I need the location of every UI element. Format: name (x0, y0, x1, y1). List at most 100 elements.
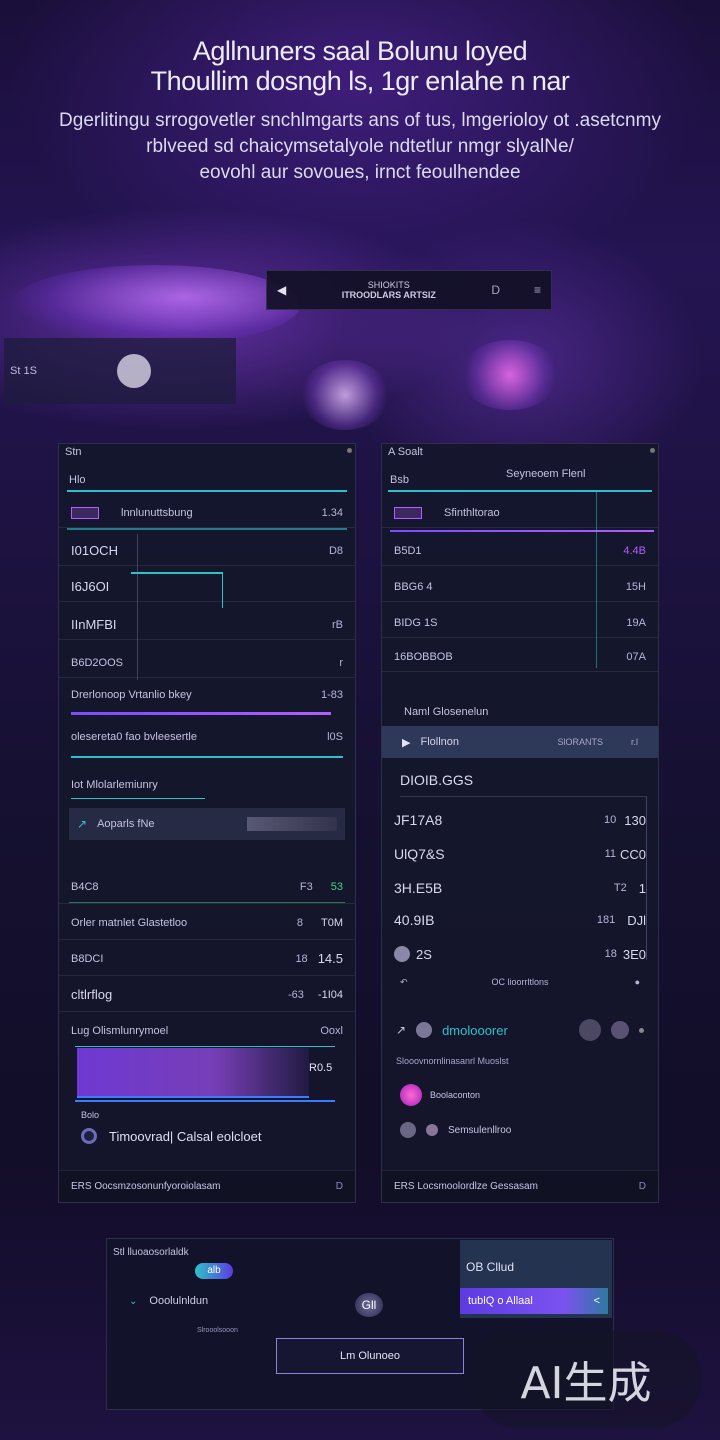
legend-label: Boolaconton (430, 1090, 481, 1100)
tab-underline (71, 798, 205, 799)
tab-row[interactable]: Iot Mlolarlemiunry (59, 770, 355, 800)
stat-value-2: DJl (627, 912, 646, 928)
table-row[interactable]: B8DCI 18 14.5 (59, 942, 355, 976)
stat-label: 40.9IB (394, 912, 435, 928)
legend-swatch-icon (400, 1084, 422, 1106)
footer-play-icon[interactable]: D (336, 1181, 343, 1192)
divider-line (69, 902, 345, 903)
chevron-icon: ⌄ (129, 1295, 138, 1307)
right-panel-footer: ERS Locsmoolordlze Gessasam D (382, 1170, 658, 1202)
card-top-label: Stl lluoaosorlaldk (113, 1247, 189, 1258)
status-dot-icon (650, 448, 655, 453)
slider-label: Drerlonoop Vrtanlio bkey (71, 689, 192, 701)
search-input[interactable]: ↗ Aoparls fNe (69, 808, 345, 840)
user-row[interactable]: Timoovrad| Calsal eolcloet (81, 1128, 261, 1144)
table-row[interactable]: UlQ7&S 11 CC0 (382, 838, 658, 870)
row-label: IInMFBI (71, 617, 117, 632)
hero-title-line2: Thoullim dosngh ls, 1gr enlahe n nar (150, 66, 570, 96)
preview-thumbnail[interactable] (116, 354, 151, 388)
dot-icon (639, 1027, 644, 1033)
list-item[interactable]: B6D2OOS r (59, 648, 355, 678)
slider-row[interactable]: olesereta0 fao bvleesertle l0S (59, 722, 355, 752)
toolbar-title-bottom: ITROODLARS ARTSIZ (341, 290, 436, 300)
area-chart[interactable] (77, 1048, 309, 1098)
divider-line (388, 490, 652, 492)
list-item[interactable]: I01OCH D8 (59, 536, 355, 566)
list-item[interactable]: B5D1 4.4B (382, 536, 658, 566)
stat-value-1: 11 (604, 848, 616, 860)
stat-value-2: T0M (321, 916, 343, 929)
row-label: lnnlunuttsbung (121, 506, 193, 519)
list-header: DIOIB.GGS (400, 772, 474, 788)
list-item[interactable]: BBG6 4 15H (382, 572, 658, 602)
play-icon: ▶ (402, 736, 411, 749)
row-label: BIDG 1S (394, 616, 438, 629)
status-chip[interactable]: alb (195, 1263, 233, 1279)
section-label: Naml Glosenelun (404, 706, 489, 718)
preview-strip: St 1S (4, 338, 236, 404)
row-label: B6D2OOS (71, 656, 123, 669)
circle-button-icon[interactable] (579, 1019, 601, 1041)
stat-label: B8DCI (71, 952, 104, 965)
right-panel: A Soalt Bsb Seyneoem Flenl Sfinthltorao … (381, 443, 659, 1203)
table-row[interactable]: 3H.E5B T2 1 (382, 872, 658, 904)
list-item[interactable]: BIDG 1S 19A (382, 608, 658, 638)
chevron-left-icon[interactable]: ↶ (400, 977, 408, 988)
chart-label: Lug Olismlunrymoel (71, 1025, 169, 1037)
stat-value-2: 14.5 (317, 951, 343, 966)
avatar-icon (394, 946, 410, 962)
input-label: Aoparls fNe (97, 818, 155, 830)
tools-title: dmolooorer (442, 1022, 508, 1038)
footer-label: ERS Oocsmzosonunfyoroiolasam (71, 1181, 221, 1192)
row-value: 1.34 (321, 506, 343, 519)
back-arrow-icon[interactable]: ◀ (277, 283, 286, 297)
stat-value-1: 8 (296, 916, 303, 929)
list-item[interactable]: IInMFBI rB (59, 610, 355, 640)
table-row[interactable]: cltlrflog -63 -1I04 (59, 978, 355, 1012)
play-icon[interactable]: D (491, 283, 500, 297)
table-row[interactable]: 40.9IB 181 DJl (382, 904, 658, 936)
hero-desc-line2: rblveed sd chaicymsetalyole ndtetlur nmg… (146, 136, 574, 157)
chart-corner-label: Ooxl (320, 1025, 343, 1037)
footer-play-icon[interactable]: D (639, 1181, 646, 1192)
list-item[interactable]: lnnlunuttsbung 1.34 (59, 498, 355, 528)
slider-value: l0S (327, 731, 343, 743)
chart-value: R0.5 (309, 1062, 333, 1074)
stat-value-2: -1I04 (317, 988, 343, 1001)
watermark-badge: AI生成 (470, 1330, 702, 1428)
tag-chip (71, 506, 99, 519)
row-label: I6J6OI (71, 579, 110, 594)
send-icon[interactable]: ↗ (396, 1023, 406, 1037)
right-panel-title: Seyneoem Flenl (506, 468, 586, 480)
chart-header: Lug Olismlunrymoel Ooxl (59, 1016, 355, 1046)
media-toolbar: ◀ SHIOKITS ITROODLARS ARTSIZ D ≡ (266, 270, 552, 310)
list-item[interactable]: Sfinthltorao (382, 498, 658, 528)
watermark-text: AI生成 (520, 1358, 652, 1409)
stat-value-2: 53 (330, 880, 343, 893)
cta-button[interactable]: Lm Olunoeo (276, 1338, 464, 1374)
table-row[interactable]: 2S 18 3E0 (382, 938, 658, 970)
center-caption-row: ↶ OC lioorrltlons ● (382, 972, 658, 992)
hero-description: Dgerlitingu srrogovetler snchlmgarts ans… (30, 108, 690, 186)
tools-row[interactable]: ↗ dmolooorer (382, 1010, 658, 1050)
slider-track[interactable] (71, 712, 331, 715)
slider-track[interactable] (71, 756, 343, 758)
slider-row[interactable]: Drerlonoop Vrtanlio bkey 1-83 (59, 680, 355, 710)
card-row[interactable]: ⌄ Ooolulnldun (129, 1295, 208, 1307)
menu-icon[interactable]: ≡ (534, 283, 541, 297)
hero-title: Agllnuners saal Bolunu loyed Thoullim do… (0, 36, 720, 96)
center-badge[interactable]: Gll (355, 1293, 383, 1317)
list-item[interactable]: 16BOBBOB 07A (382, 642, 658, 672)
left-panel: Stn Hlo lnnlunuttsbung 1.34 I01OCH D8 I6… (58, 443, 356, 1203)
table-row[interactable]: B4C8 F3 53 (59, 870, 355, 904)
row-label: I01OCH (71, 543, 118, 558)
circle-button-icon[interactable] (611, 1021, 629, 1039)
progress-button[interactable]: tublQ o Allaal < (460, 1288, 608, 1314)
tab-settings[interactable]: ▶ Flollnon SlORANTS r.l (382, 726, 658, 758)
table-row[interactable]: JF17A8 10 130 (382, 804, 658, 836)
center-caption: OC lioorrltlons (491, 977, 549, 987)
row-value: 15H (625, 580, 646, 593)
table-row[interactable]: Orler matnlet Glastetloo 8 T0M (59, 906, 355, 940)
status-dot-icon (347, 448, 352, 453)
card-small-label: Slrooolsooon (197, 1327, 238, 1334)
